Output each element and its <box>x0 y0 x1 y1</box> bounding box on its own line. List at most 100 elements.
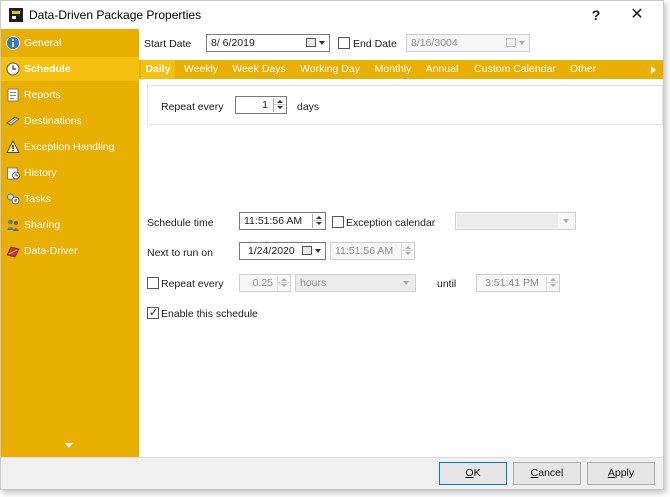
clock-icon <box>6 62 20 76</box>
next-run-label: Next to run on <box>147 247 213 259</box>
repeat-unit-value: hours <box>300 277 327 289</box>
title-bar: Data-Driven Package Properties ? ✕ <box>1 1 663 29</box>
close-button[interactable]: ✕ <box>623 5 651 25</box>
sidebar-item-general[interactable]: General <box>1 31 139 55</box>
spinner[interactable] <box>546 276 558 290</box>
sidebar-item-label: Tasks <box>24 193 51 205</box>
tab-custom-calendar[interactable]: Custom Calendar <box>468 60 562 79</box>
chevron-down-icon[interactable] <box>563 219 569 223</box>
spin-down-icon[interactable] <box>316 222 322 225</box>
sidebar-item-label: Exception Handling <box>24 141 115 153</box>
apply-button[interactable]: Apply <box>587 462 655 485</box>
sidebar-item-label: Destinations <box>24 115 82 127</box>
next-run-date-value: 1/24/2020 <box>248 245 295 257</box>
daily-options-panel: Repeat every 1 days <box>147 85 663 125</box>
warning-icon <box>6 140 20 153</box>
spin-up-icon[interactable] <box>277 100 283 103</box>
until-label: until <box>437 278 457 290</box>
repeat-unit-label: days <box>297 101 320 113</box>
sidebar-item-label: Data-Driver <box>24 245 78 257</box>
end-date-picker[interactable]: 8/16/3004 <box>406 34 530 52</box>
spin-down-icon[interactable] <box>405 252 411 255</box>
exception-calendar-select[interactable] <box>455 212 576 230</box>
tasks-icon <box>7 193 20 205</box>
spinner[interactable] <box>277 276 289 290</box>
spin-up-icon[interactable] <box>550 278 556 281</box>
chevron-down-icon[interactable] <box>403 281 409 285</box>
spin-down-icon[interactable] <box>277 106 283 109</box>
next-run-time-stepper[interactable]: 11:51:56 AM <box>330 242 415 260</box>
tab-scroll-right-icon[interactable] <box>651 66 656 74</box>
spin-divider <box>274 104 285 105</box>
sidebar-item-data-driver[interactable]: Data-Driver <box>1 239 139 263</box>
spinner[interactable] <box>273 98 285 112</box>
repeat-every-hours-stepper[interactable]: 0.25 <box>239 274 291 292</box>
sidebar-item-destinations[interactable]: Destinations <box>1 109 139 133</box>
sidebar-item-schedule[interactable]: Schedule <box>1 57 139 81</box>
repeat-every-days-stepper[interactable]: 1 <box>235 96 287 114</box>
tab-daily[interactable]: Daily <box>141 60 175 79</box>
spin-up-icon[interactable] <box>405 246 411 249</box>
spinner[interactable] <box>401 244 413 258</box>
enable-schedule-checkbox[interactable] <box>147 306 159 319</box>
recurrence-tabs: Daily Weekly Week Days Working Day Month… <box>139 60 663 79</box>
chevron-down-icon[interactable] <box>315 249 321 253</box>
start-date-label: Start Date <box>144 38 192 50</box>
sidebar-item-label: General <box>24 37 62 49</box>
end-date-checkbox[interactable] <box>338 37 350 49</box>
spin-divider <box>278 282 289 283</box>
info-icon <box>6 36 20 50</box>
schedule-panel: Start Date 8/ 6/2019 End Date 8/16/3004 … <box>139 29 663 457</box>
apply-accelerator: A <box>607 467 615 479</box>
chevron-down-icon[interactable] <box>519 41 525 45</box>
sidebar-item-history[interactable]: History <box>1 161 139 185</box>
schedule-time-value: 11:51:56 AM <box>244 215 303 227</box>
help-button[interactable]: ? <box>584 5 608 25</box>
sidebar-item-reports[interactable]: Reports <box>1 83 139 107</box>
next-run-time-value: 11:51:56 AM <box>335 245 394 257</box>
window-title: Data-Driven Package Properties <box>29 8 202 22</box>
calendar-icon <box>506 38 516 47</box>
schedule-time-stepper[interactable]: 11:51:56 AM <box>239 212 326 230</box>
repeat-every-checkbox[interactable] <box>147 277 159 289</box>
next-run-date-picker[interactable]: 1/24/2020 <box>239 242 326 260</box>
ok-label-rest: K <box>473 467 481 479</box>
repeat-every-days-label: Repeat every <box>161 101 224 113</box>
until-time-stepper[interactable]: 3:51:41 PM <box>476 274 560 292</box>
cancel-label-rest: ancel <box>538 467 564 479</box>
sidebar-item-label: Reports <box>24 89 61 101</box>
sidebar-scroll-down-icon[interactable] <box>65 443 73 448</box>
start-date-picker[interactable]: 8/ 6/2019 <box>206 34 330 52</box>
ok-accelerator: O <box>465 467 474 479</box>
sidebar-item-exception-handling[interactable]: Exception Handling <box>1 135 139 159</box>
sidebar-item-tasks[interactable]: Tasks <box>1 187 139 211</box>
apply-label-rest: pply <box>614 467 635 479</box>
enable-schedule-label: Enable this schedule <box>161 308 258 320</box>
exception-calendar-checkbox[interactable] <box>332 216 344 228</box>
repeat-unit-select[interactable]: hours <box>295 274 416 292</box>
until-time-value: 3:51:41 PM <box>485 277 539 289</box>
spinner[interactable] <box>312 214 324 228</box>
reports-icon <box>7 88 19 102</box>
tab-weekly[interactable]: Weekly <box>177 60 225 79</box>
ok-button[interactable]: OK <box>439 462 507 485</box>
tab-annual[interactable]: Annual <box>420 60 464 79</box>
spin-up-icon[interactable] <box>316 216 322 219</box>
sidebar-item-sharing[interactable]: Sharing <box>1 213 139 237</box>
chevron-down-icon[interactable] <box>319 41 325 45</box>
tab-monthly[interactable]: Monthly <box>370 60 416 79</box>
repeat-every-hours-value: 0.25 <box>252 277 273 289</box>
cancel-button[interactable]: Cancel <box>513 462 581 485</box>
spin-up-icon[interactable] <box>281 278 287 281</box>
calendar-icon <box>302 246 312 255</box>
spin-down-icon[interactable] <box>281 284 287 287</box>
tab-working-day[interactable]: Working Day <box>294 60 366 79</box>
spin-down-icon[interactable] <box>550 284 556 287</box>
tab-other[interactable]: Other <box>566 60 600 79</box>
end-date-value: 8/16/3004 <box>411 37 458 49</box>
sidebar-item-label: Sharing <box>24 219 61 231</box>
sidebar-item-label: Schedule <box>24 63 71 75</box>
tab-week-days[interactable]: Week Days <box>228 60 290 79</box>
spin-divider <box>402 250 413 251</box>
sharing-icon <box>7 219 19 231</box>
